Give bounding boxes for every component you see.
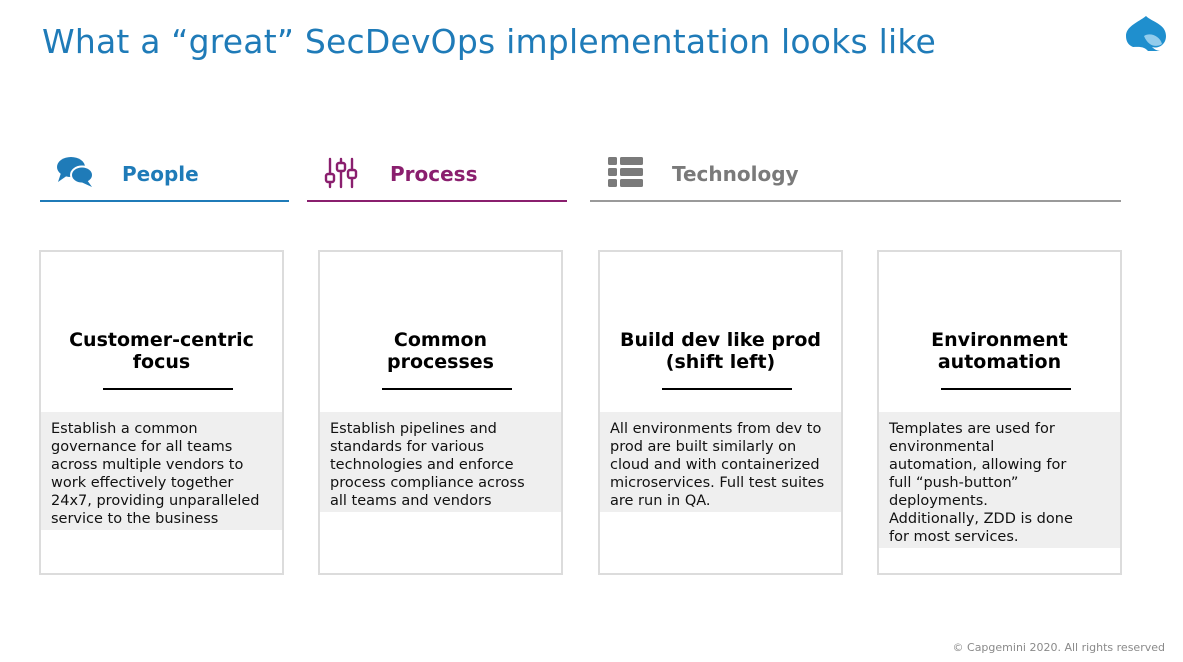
- card-divider: [662, 388, 792, 390]
- card-title: Build dev like prod (shift left): [619, 329, 821, 373]
- card-description: Establish pipelines and standards for va…: [320, 412, 561, 512]
- card-description: All environments from dev to prod are bu…: [600, 412, 841, 512]
- pillar-label-technology: Technology: [672, 162, 799, 186]
- card-title: Customer-centric focus: [69, 329, 254, 373]
- capgemini-spade-logo-icon: [1126, 16, 1166, 51]
- sliders-icon: [324, 157, 358, 189]
- page-title: What a “great” SecDevOps implementation …: [42, 22, 936, 61]
- card-title: Environment automation: [931, 329, 1068, 373]
- copyright-notice: © Capgemini 2020. All rights reserved: [952, 641, 1165, 654]
- people-underline: [40, 200, 289, 202]
- process-underline: [307, 200, 567, 202]
- card-description: Establish a common governance for all te…: [41, 412, 282, 530]
- card-divider: [382, 388, 512, 390]
- pillar-people: People: [40, 150, 289, 202]
- list-icon: [608, 157, 643, 187]
- card-description: Templates are used for environmental aut…: [879, 412, 1120, 548]
- card-common-processes: Common processes Establish pipelines and…: [318, 250, 563, 575]
- pillar-label-process: Process: [390, 162, 478, 186]
- pillar-technology: Technology: [590, 150, 1121, 202]
- card-divider: [103, 388, 233, 390]
- technology-underline: [590, 200, 1121, 202]
- card-customer-centric-focus: Customer-centric focus Establish a commo…: [39, 250, 284, 575]
- chat-bubbles-icon: [57, 157, 94, 187]
- card-build-dev-like-prod: Build dev like prod (shift left) All env…: [598, 250, 843, 575]
- card-title: Common processes: [387, 329, 494, 373]
- pillar-label-people: People: [122, 162, 199, 186]
- card-divider: [941, 388, 1071, 390]
- pillar-process: Process: [307, 150, 567, 202]
- card-environment-automation: Environment automation Templates are use…: [877, 250, 1122, 575]
